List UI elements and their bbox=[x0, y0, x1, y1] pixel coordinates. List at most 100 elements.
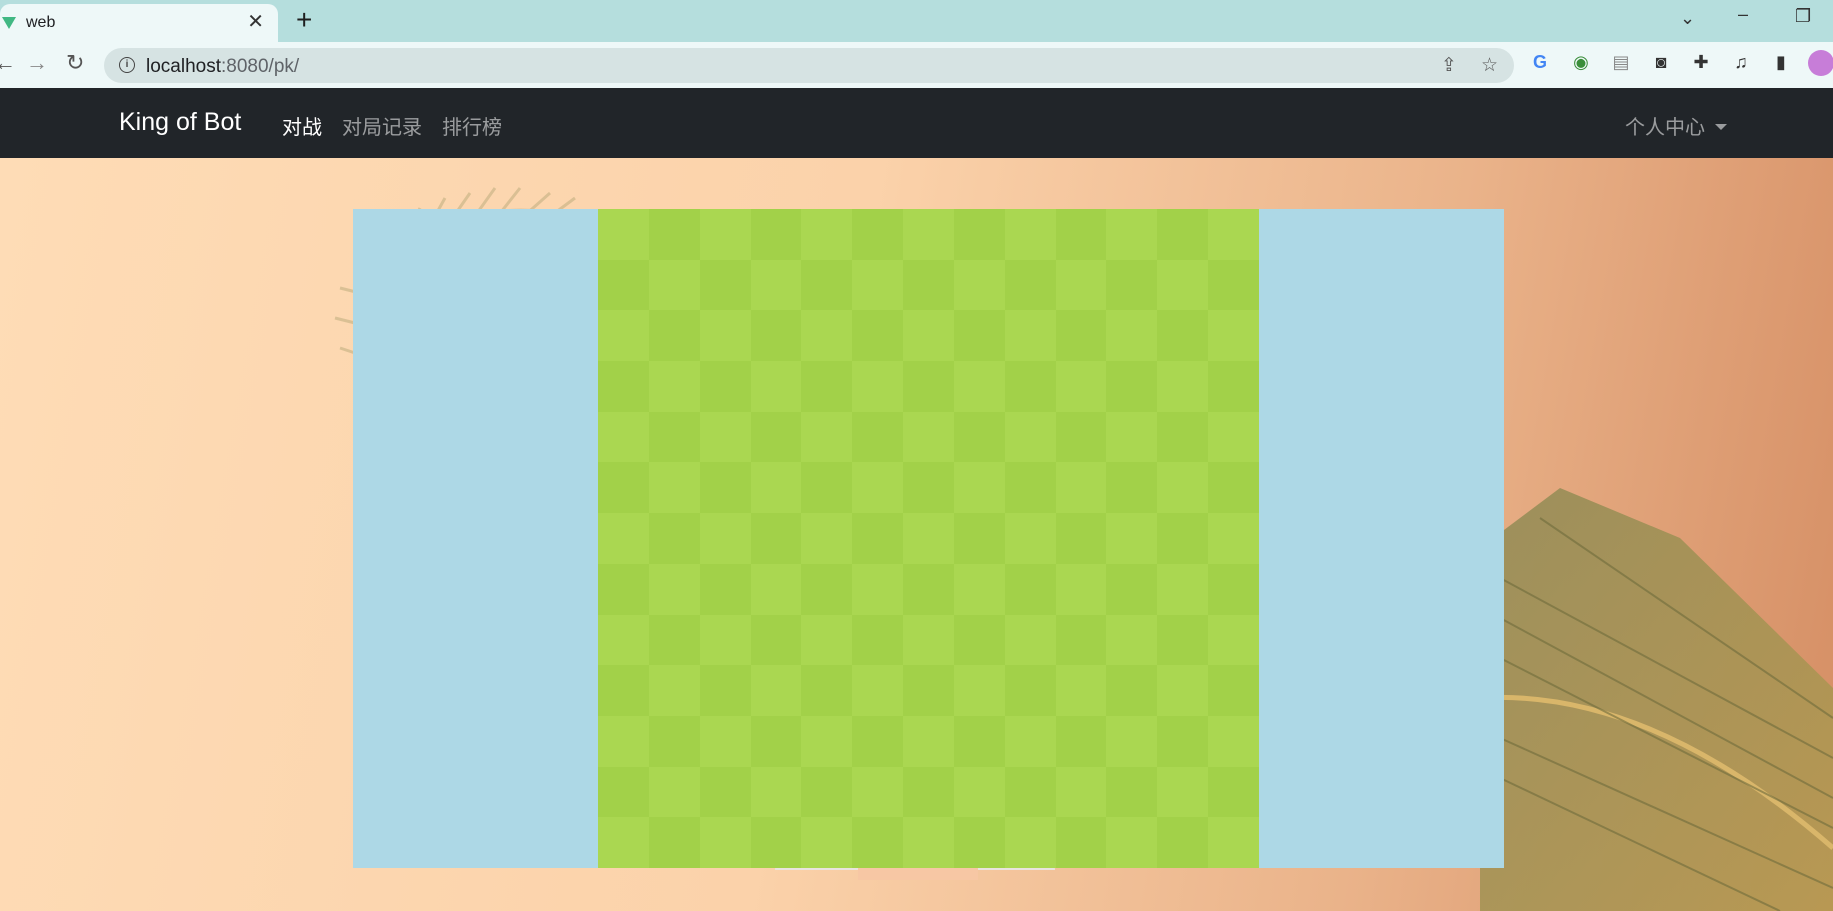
tab-search-icon[interactable]: ⌄ bbox=[1680, 8, 1695, 29]
map-cell bbox=[699, 361, 751, 412]
map-cell bbox=[1106, 817, 1158, 868]
extension-globe-icon[interactable]: ◉ bbox=[1570, 51, 1592, 73]
game-map[interactable] bbox=[598, 209, 1259, 868]
map-cell bbox=[903, 411, 954, 463]
map-cell bbox=[1208, 209, 1259, 260]
url-text[interactable]: localhost:8080/pk/ bbox=[146, 56, 299, 78]
nav-link-pk[interactable]: 对战 bbox=[282, 111, 322, 140]
user-center-dropdown[interactable]: 个人中心 bbox=[1625, 111, 1727, 140]
minimize-icon[interactable]: – bbox=[1738, 4, 1748, 25]
address-bar[interactable]: i localhost:8080/pk/ ⇪ ☆ bbox=[104, 48, 1514, 83]
map-cell bbox=[648, 715, 700, 767]
browser-tab[interactable]: web ✕ bbox=[0, 4, 278, 42]
restore-icon[interactable]: ❐ bbox=[1795, 6, 1811, 27]
nav-link-ranklist[interactable]: 排行榜 bbox=[442, 111, 502, 140]
reload-icon[interactable]: ↻ bbox=[66, 51, 84, 75]
map-cell bbox=[1004, 563, 1056, 615]
map-cell bbox=[801, 513, 853, 564]
map-cell bbox=[1106, 513, 1158, 564]
map-cell bbox=[953, 310, 1005, 362]
map-cell bbox=[903, 209, 954, 260]
map-cell bbox=[1055, 259, 1107, 311]
map-cell bbox=[903, 614, 954, 666]
map-cell bbox=[1208, 563, 1259, 615]
map-cell bbox=[1055, 361, 1107, 412]
map-cell bbox=[903, 766, 954, 818]
forward-arrow-icon[interactable]: → bbox=[26, 51, 48, 75]
map-cell bbox=[953, 411, 1005, 463]
map-cell bbox=[953, 361, 1005, 412]
star-icon[interactable]: ☆ bbox=[1481, 54, 1498, 77]
translate-icon[interactable]: G bbox=[1529, 51, 1551, 73]
map-cell bbox=[1208, 310, 1259, 362]
map-cell bbox=[750, 766, 802, 818]
map-cell bbox=[953, 462, 1005, 514]
map-cell bbox=[1106, 259, 1158, 311]
map-cell bbox=[852, 513, 904, 564]
map-cell bbox=[1106, 209, 1158, 260]
map-cell bbox=[801, 563, 853, 615]
map-cell bbox=[1004, 766, 1056, 818]
map-cell bbox=[598, 310, 649, 362]
map-cell bbox=[903, 361, 954, 412]
map-cell bbox=[648, 563, 700, 615]
map-cell bbox=[648, 462, 700, 514]
map-cell bbox=[852, 209, 904, 260]
map-cell bbox=[750, 563, 802, 615]
map-cell bbox=[1055, 817, 1107, 868]
map-cell bbox=[1004, 513, 1056, 564]
palm-leaf-right-decoration bbox=[1480, 488, 1833, 911]
map-cell bbox=[1157, 715, 1209, 767]
share-icon[interactable]: ⇪ bbox=[1441, 54, 1457, 77]
map-cell bbox=[598, 259, 649, 311]
map-cell bbox=[801, 665, 853, 716]
puzzle-icon[interactable]: ✚ bbox=[1690, 51, 1712, 73]
close-tab-icon[interactable]: ✕ bbox=[247, 12, 264, 32]
map-cell bbox=[750, 462, 802, 514]
info-icon[interactable]: i bbox=[119, 57, 135, 73]
back-arrow-icon[interactable]: ← bbox=[0, 51, 16, 75]
map-cell bbox=[852, 766, 904, 818]
map-cell bbox=[1055, 715, 1107, 767]
sidebar-icon[interactable]: ▮ bbox=[1770, 51, 1792, 73]
vue-favicon-icon bbox=[2, 17, 16, 29]
map-cell bbox=[598, 462, 649, 514]
map-cell bbox=[598, 665, 649, 716]
document-icon[interactable]: ▤ bbox=[1610, 51, 1632, 73]
url-host: localhost bbox=[146, 56, 221, 77]
map-cell bbox=[953, 259, 1005, 311]
map-cell bbox=[1055, 513, 1107, 564]
map-cell bbox=[801, 411, 853, 463]
map-cell bbox=[750, 715, 802, 767]
map-cell bbox=[699, 715, 751, 767]
map-cell bbox=[750, 310, 802, 362]
map-cell bbox=[699, 563, 751, 615]
top-navbar: King of Bot 对战 对局记录 排行榜 个人中心 bbox=[0, 88, 1833, 158]
map-cell bbox=[953, 715, 1005, 767]
map-cell bbox=[852, 614, 904, 666]
map-cell bbox=[1106, 462, 1158, 514]
extension-icon[interactable]: ◙ bbox=[1650, 51, 1672, 73]
map-cell bbox=[903, 817, 954, 868]
map-cell bbox=[1208, 766, 1259, 818]
map-cell bbox=[903, 259, 954, 311]
map-cell bbox=[801, 715, 853, 767]
map-cell bbox=[801, 462, 853, 514]
map-cell bbox=[648, 411, 700, 463]
map-cell bbox=[1157, 361, 1209, 412]
map-cell bbox=[750, 259, 802, 311]
map-cell bbox=[1106, 766, 1158, 818]
caret-down-icon bbox=[1715, 124, 1727, 130]
nav-link-record[interactable]: 对局记录 bbox=[342, 111, 422, 140]
map-cell bbox=[953, 513, 1005, 564]
new-tab-button[interactable]: + bbox=[296, 6, 312, 34]
map-cell bbox=[750, 411, 802, 463]
map-cell bbox=[1157, 665, 1209, 716]
navbar-brand[interactable]: King of Bot bbox=[119, 108, 241, 137]
game-playground bbox=[353, 209, 1504, 868]
profile-avatar[interactable] bbox=[1808, 50, 1833, 76]
media-icon[interactable]: ♫ bbox=[1730, 51, 1752, 73]
map-cell bbox=[1157, 259, 1209, 311]
map-cell bbox=[699, 259, 751, 311]
map-cell bbox=[1106, 614, 1158, 666]
